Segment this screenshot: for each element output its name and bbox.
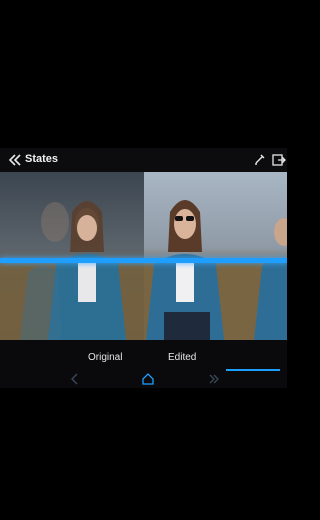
page-title: States — [25, 153, 59, 165]
photo-comparison[interactable] — [0, 172, 287, 340]
original-photo — [0, 172, 144, 340]
top-bar: States — [0, 148, 287, 172]
exit-icon[interactable] — [272, 153, 286, 167]
tab-indicator — [226, 369, 280, 371]
bottom-bar: Original Edited — [0, 340, 287, 388]
pen-icon[interactable] — [253, 153, 266, 166]
double-chevron-left-icon[interactable] — [8, 153, 22, 167]
forward-icon[interactable] — [208, 373, 220, 385]
edited-label[interactable]: Edited — [168, 352, 196, 363]
edited-photo — [144, 172, 287, 340]
compare-divider-line[interactable] — [0, 258, 287, 263]
chevron-left-icon[interactable] — [70, 373, 80, 385]
home-icon[interactable] — [142, 373, 154, 385]
original-label[interactable]: Original — [88, 352, 122, 363]
